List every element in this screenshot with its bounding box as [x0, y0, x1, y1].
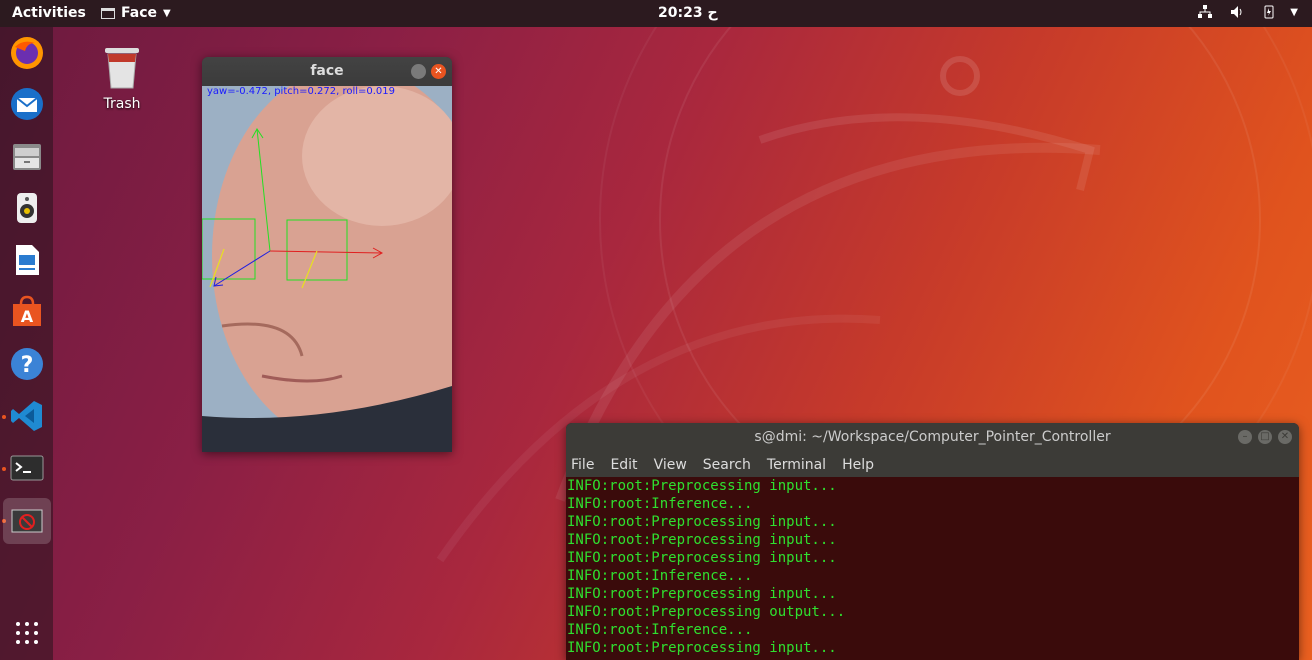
- battery-icon: [1264, 5, 1274, 19]
- show-applications-button[interactable]: [7, 613, 47, 653]
- dock-help[interactable]: ?: [7, 344, 47, 384]
- vscode-icon: [11, 401, 42, 431]
- dock: A ?: [0, 27, 53, 660]
- terminal-line: INFO:root:Preprocessing input...: [567, 532, 837, 548]
- trash-icon: [105, 48, 139, 89]
- menu-file[interactable]: File: [571, 457, 594, 473]
- face-window-title: face: [310, 63, 344, 79]
- app-menu[interactable]: Face ▼: [101, 5, 171, 21]
- terminal-titlebar[interactable]: s@dmi: ~/Workspace/Computer_Pointer_Cont…: [566, 423, 1299, 452]
- terminal-title: s@dmi: ~/Workspace/Computer_Pointer_Cont…: [754, 429, 1111, 445]
- menu-view[interactable]: View: [654, 457, 687, 473]
- thunderbird-icon: [11, 88, 43, 120]
- menu-edit[interactable]: Edit: [610, 457, 637, 473]
- app-menu-label: Face: [121, 5, 157, 21]
- face-window-icon: [11, 509, 43, 533]
- minimize-button[interactable]: [411, 64, 426, 79]
- terminal-line: INFO:root:Inference...: [567, 568, 753, 584]
- files-icon: [13, 144, 41, 170]
- menu-search[interactable]: Search: [703, 457, 751, 473]
- running-indicator: [2, 415, 6, 419]
- svg-text:?: ?: [21, 353, 34, 378]
- network-icon: [1198, 5, 1212, 18]
- face-window[interactable]: face ✕ yaw=-0.472, pitch=0.272, roll=0.0…: [202, 57, 452, 452]
- trash-label: Trash: [103, 96, 141, 112]
- face-window-titlebar[interactable]: face ✕: [202, 57, 452, 86]
- terminal-icon: [10, 455, 44, 481]
- window-icon: [101, 7, 115, 19]
- terminal-menubar: File Edit View Search Terminal Help: [566, 452, 1299, 477]
- running-indicator: [2, 467, 6, 471]
- terminal-line: INFO:root:Inference...: [567, 622, 753, 638]
- software-icon: A: [13, 295, 41, 326]
- dock-firefox[interactable]: [7, 33, 47, 73]
- terminal-line: INFO:root:Preprocessing input...: [567, 478, 837, 494]
- terminal-line: INFO:root:Preprocessing input...: [567, 514, 837, 530]
- close-button[interactable]: ✕: [431, 64, 446, 79]
- pose-overlay: [202, 128, 384, 289]
- chevron-down-icon: ▼: [162, 7, 171, 19]
- system-tray[interactable]: [1198, 5, 1276, 19]
- maximize-button[interactable]: □: [1258, 430, 1272, 444]
- face-video-frame: yaw=-0.472, pitch=0.272, roll=0.019: [202, 86, 452, 452]
- terminal-line: INFO:root:Inference...: [567, 496, 753, 512]
- menu-help[interactable]: Help: [842, 457, 874, 473]
- terminal-line: INFO:root:Preprocessing input...: [567, 640, 837, 656]
- rhythmbox-icon: [17, 193, 37, 223]
- dock-terminal[interactable]: [7, 448, 47, 488]
- terminal-output[interactable]: INFO:root:Preprocessing input... INFO:ro…: [566, 477, 1299, 660]
- svg-text:A: A: [21, 307, 34, 326]
- terminal-line: INFO:root:Preprocessing input...: [567, 550, 837, 566]
- firefox-icon: [11, 37, 43, 69]
- terminal-line: INFO:root:Preprocessing output...: [567, 604, 846, 620]
- dock-thunderbird[interactable]: [7, 84, 47, 124]
- dock-software[interactable]: A: [7, 292, 47, 332]
- terminal-window[interactable]: s@dmi: ~/Workspace/Computer_Pointer_Cont…: [566, 423, 1299, 660]
- dock-writer[interactable]: [7, 240, 47, 280]
- dock-vscode[interactable]: [7, 396, 47, 436]
- minimize-button[interactable]: –: [1238, 430, 1252, 444]
- dock-face-window[interactable]: [3, 498, 51, 544]
- desktop-trash[interactable]: Trash: [98, 44, 146, 112]
- dock-rhythmbox[interactable]: [7, 188, 47, 228]
- libreoffice-writer-icon: [16, 245, 39, 275]
- top-bar: Activities Face ▼ 20:23 ح ▼: [0, 0, 1312, 27]
- apps-grid-icon: [16, 622, 38, 644]
- terminal-line: INFO:root:Preprocessing input...: [567, 586, 837, 602]
- clock[interactable]: 20:23 ح: [658, 5, 718, 21]
- close-button[interactable]: ✕: [1278, 430, 1292, 444]
- activities-button[interactable]: Activities: [12, 5, 86, 21]
- chevron-down-icon[interactable]: ▼: [1290, 7, 1298, 18]
- pose-readout: yaw=-0.472, pitch=0.272, roll=0.019: [207, 86, 396, 97]
- volume-icon: [1231, 6, 1242, 18]
- menu-terminal[interactable]: Terminal: [767, 457, 826, 473]
- help-icon: ?: [11, 348, 43, 380]
- dock-files[interactable]: [7, 136, 47, 176]
